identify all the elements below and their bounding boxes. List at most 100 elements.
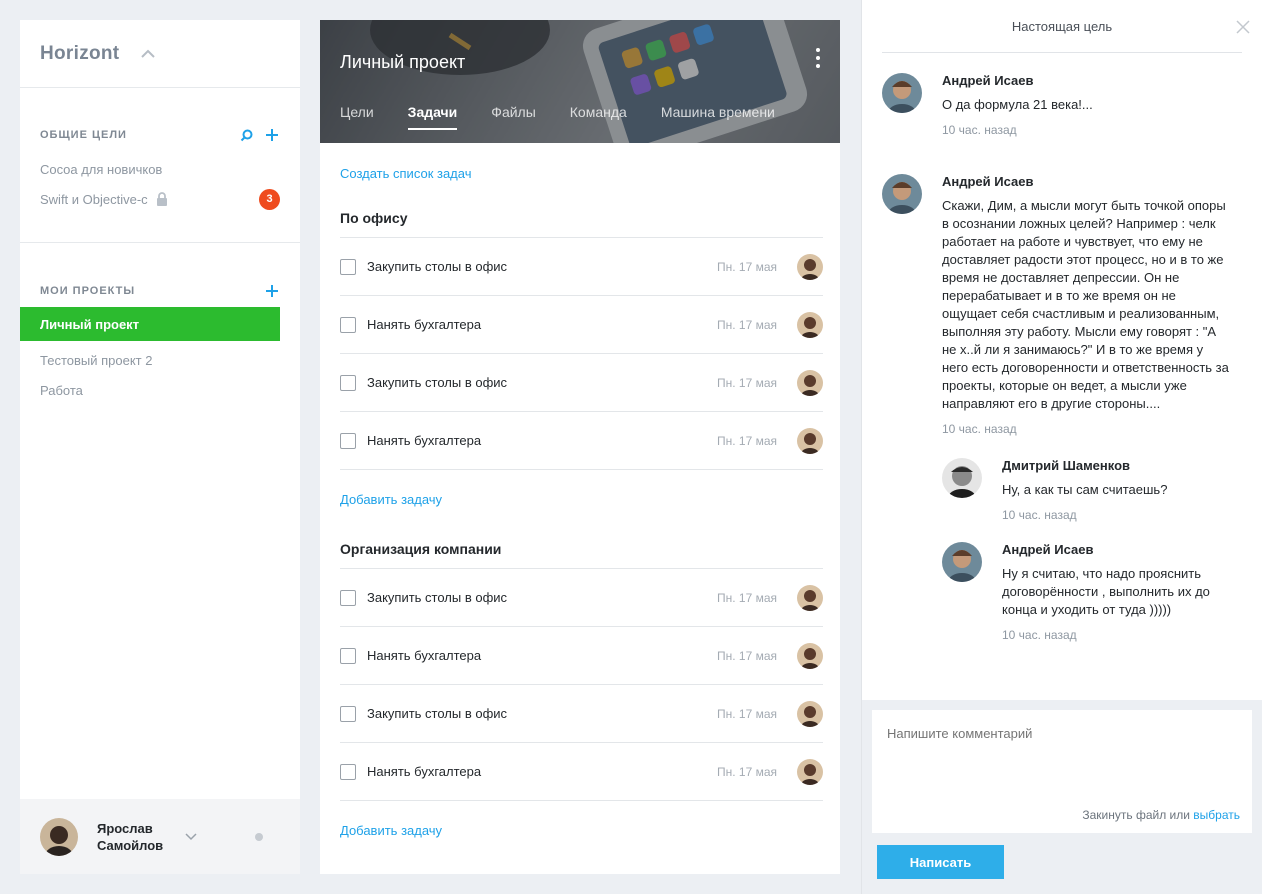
comment-author[interactable]: Андрей Исаев [942,73,1093,91]
choose-file-link[interactable]: выбрать [1193,808,1240,822]
comment-time: 10 час. назад [1002,628,1077,642]
task-due-date: Пн. 17 мая [716,706,777,721]
project-header: Личный проект Цели Задачи Файлы Команда … [320,20,840,143]
task-checkbox[interactable] [340,589,356,606]
goal-item-cocoa[interactable]: Cocoa для новичков [40,154,280,184]
task-text[interactable]: Закупить столы в офис [367,375,717,390]
assignee-avatar[interactable] [797,369,823,396]
assignee-avatar[interactable] [797,700,823,727]
send-comment-button[interactable]: Написать [877,845,1004,879]
more-vertical-icon[interactable] [814,48,822,68]
task-row: Закупить столы в офис Пн. 17 мая [340,569,823,627]
task-row: Закупить столы в офис Пн. 17 мая [340,238,823,296]
task-text[interactable]: Закупить столы в офис [367,590,717,605]
task-due-date: Пн. 17 мая [716,433,777,448]
chevron-up-icon[interactable] [141,47,156,61]
avatar[interactable] [40,817,78,856]
search-icon[interactable] [238,127,254,143]
task-text[interactable]: Нанять бухгалтера [367,433,717,448]
close-icon[interactable] [1236,20,1250,34]
task-checkbox[interactable] [340,763,356,780]
comment-time: 10 час. назад [942,123,1017,137]
sidebar: Horizont ОБЩИЕ ЦЕЛИ Cocoa для новичков S… [20,20,300,874]
projects-section-title: МОИ ПРОЕКТЫ [40,285,136,297]
project-item-work[interactable]: Работа [20,375,280,405]
task-checkbox[interactable] [340,432,356,449]
comment-author[interactable]: Андрей Исаев [1002,542,1242,560]
project-main: Личный проект Цели Задачи Файлы Команда … [320,20,840,874]
tab-time-machine[interactable]: Машина времени [661,104,775,130]
project-title: Личный проект [340,52,466,72]
task-text[interactable]: Нанять бухгалтера [367,764,717,779]
assignee-avatar[interactable] [797,253,823,280]
task-due-date: Пн. 17 мая [716,764,777,779]
task-row: Нанять бухгалтера Пн. 17 мая [340,627,823,685]
add-project-plus-icon[interactable] [264,283,280,299]
add-goal-plus-icon[interactable] [264,127,280,143]
goals-section: ОБЩИЕ ЦЕЛИ Cocoa для новичков Swift и Ob… [20,88,300,243]
avatar[interactable] [882,174,922,214]
project-item-label: Тестовый проект 2 [40,352,153,368]
comment-text: Скажи, Дим, а мысли могут быть точкой оп… [942,198,1229,411]
assignee-avatar[interactable] [797,584,823,611]
project-item-label: Работа [40,382,83,398]
comment-input[interactable] [887,726,1227,741]
project-item-personal[interactable]: Личный проект [20,307,280,341]
tab-files[interactable]: Файлы [491,104,535,130]
add-task-link[interactable]: Добавить задачу [340,823,823,839]
comment-text: Ну я считаю, что надо прояснить договорё… [1002,566,1210,617]
task-checkbox[interactable] [340,647,356,664]
comment-reply: Андрей Исаев Ну я считаю, что надо прояс… [942,542,1242,642]
project-tabs: Цели Задачи Файлы Команда Машина времени [340,104,809,130]
task-checkbox[interactable] [340,258,356,275]
project-item-test-2[interactable]: Тестовый проект 2 [20,345,280,375]
tab-goals[interactable]: Цели [340,104,374,130]
unread-count-badge: 3 [259,188,280,210]
goal-item-swift[interactable]: Swift и Objective-c 3 [40,184,280,214]
task-text[interactable]: Закупить столы в офис [367,706,717,721]
create-task-list-link[interactable]: Создать список задач [340,166,823,182]
task-checkbox[interactable] [340,316,356,333]
assignee-avatar[interactable] [797,311,823,338]
comment-author[interactable]: Андрей Исаев [942,174,1232,192]
comment-time: 10 час. назад [1002,508,1077,522]
tab-team[interactable]: Команда [570,104,627,130]
comment-author[interactable]: Дмитрий Шаменков [1002,458,1167,476]
tasks-content: Создать список задач По офису Закупить с… [320,166,840,839]
comment-text: Ну, а как ты сам считаешь? [1002,482,1168,497]
comment-time: 10 час. назад [942,422,1017,436]
goal-item-label: Swift и Objective-c [40,191,148,207]
task-due-date: Пн. 17 мая [716,317,777,332]
user-profile-bar[interactable]: Ярослав Самойлов [20,799,300,874]
brand-header: Horizont [20,20,300,88]
status-dot [255,832,263,841]
comment: Андрей Исаев О да формула 21 века!... 10… [882,73,1242,137]
user-name: Ярослав Самойлов [97,820,164,853]
task-row: Нанять бухгалтера Пн. 17 мая [340,743,823,801]
task-checkbox[interactable] [340,705,356,722]
add-task-link[interactable]: Добавить задачу [340,492,823,508]
task-text[interactable]: Нанять бухгалтера [367,648,717,663]
task-text[interactable]: Нанять бухгалтера [367,317,717,332]
comment-thread: Андрей Исаев О да формула 21 века!... 10… [862,53,1262,642]
panel-header: Настоящая цель [882,0,1250,53]
comment: Андрей Исаев Скажи, Дим, а мысли могут б… [882,174,1242,436]
assignee-avatar[interactable] [797,427,823,454]
task-text[interactable]: Закупить столы в офис [367,259,717,274]
assignee-avatar[interactable] [797,758,823,785]
assignee-avatar[interactable] [797,642,823,669]
avatar[interactable] [942,458,982,498]
avatar[interactable] [942,542,982,582]
attach-file-text: Закинуть файл или [1082,808,1190,822]
chevron-down-icon[interactable] [185,831,197,843]
comment-composer-area: Закинуть файл или выбрать Написать [862,700,1262,894]
comment-text: О да формула 21 века!... [942,97,1093,112]
task-due-date: Пн. 17 мая [716,648,777,663]
brand-logo[interactable]: Horizont [40,43,119,65]
goals-section-title: ОБЩИЕ ЦЕЛИ [40,129,127,141]
panel-title: Настоящая цель [1011,18,1113,34]
tab-tasks[interactable]: Задачи [407,104,458,130]
task-due-date: Пн. 17 мая [716,375,777,390]
task-checkbox[interactable] [340,374,356,391]
avatar[interactable] [882,73,922,113]
